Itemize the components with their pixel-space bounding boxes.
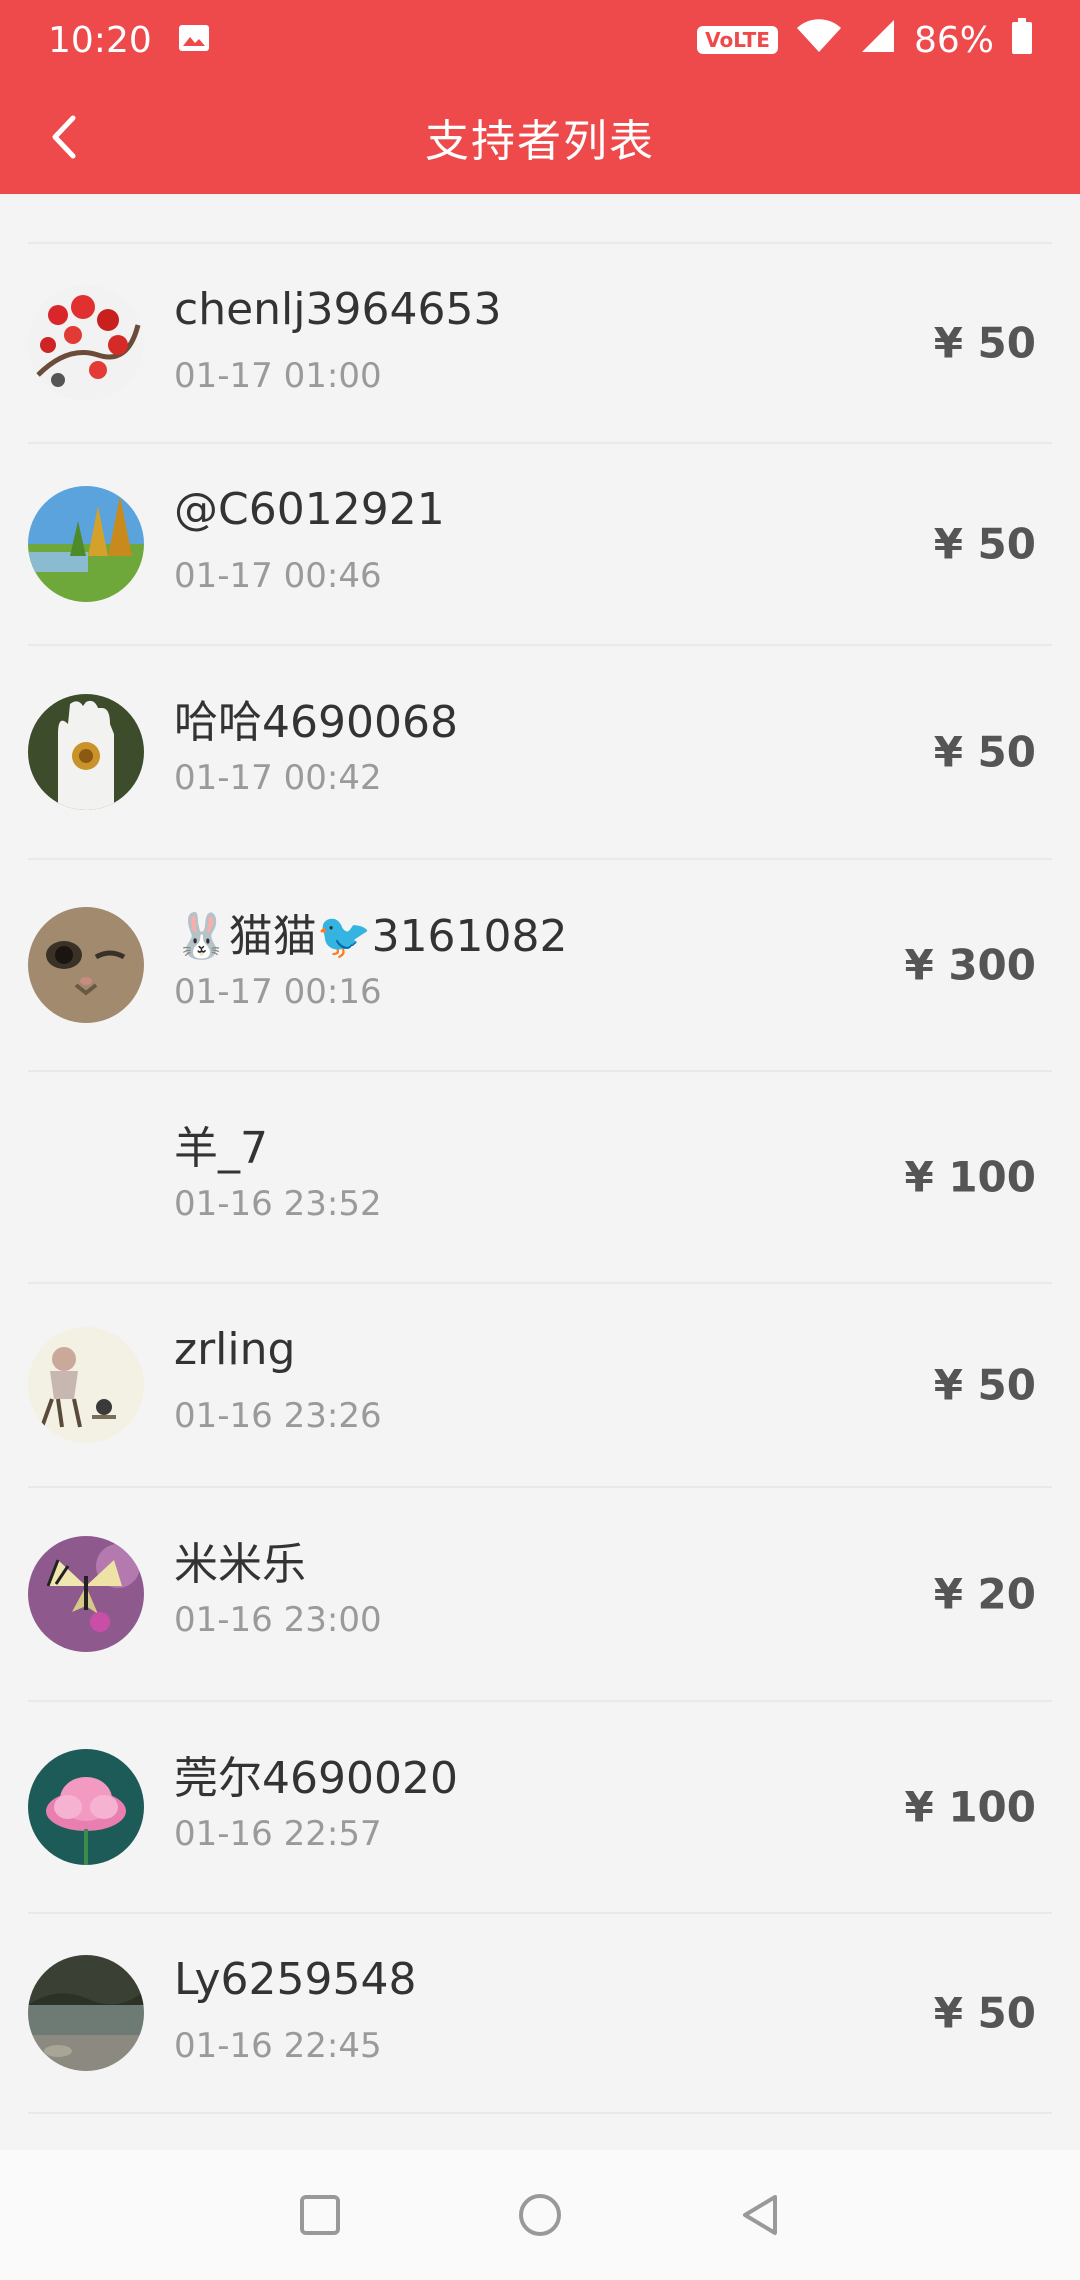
supporter-row[interactable]: 羊_7 01-16 23:52 ¥ 100 (28, 1072, 1052, 1284)
supporter-name: @C6012921 (174, 484, 445, 535)
avatar[interactable] (28, 1327, 144, 1443)
home-button[interactable] (510, 2185, 570, 2245)
support-amount: ¥ 50 (933, 727, 1036, 777)
support-amount: ¥ 50 (933, 318, 1036, 368)
app-screen: 10:20 VoLTE 86% 支持者列表 chenlj3964653 01-1… (0, 0, 1080, 2280)
status-bar: 10:20 VoLTE 86% (0, 0, 1080, 80)
support-time: 01-17 00:16 (174, 972, 382, 1012)
support-time: 01-16 22:57 (174, 1814, 382, 1854)
supporter-name: Ly6259548 (174, 1954, 417, 2005)
supporter-row[interactable]: Ly6259548 01-16 22:45 ¥ 50 (28, 1914, 1052, 2114)
support-time: 01-17 00:46 (174, 556, 382, 596)
supporter-row[interactable]: zrling 01-16 23:26 ¥ 50 (28, 1284, 1052, 1488)
support-time: 01-17 00:42 (174, 758, 382, 798)
avatar[interactable] (28, 1536, 144, 1652)
supporter-name: zrling (174, 1324, 296, 1375)
avatar-empty (28, 1119, 144, 1235)
supporter-row[interactable]: chenlj3964653 01-17 01:00 ¥ 50 (28, 244, 1052, 444)
battery-icon (1012, 17, 1032, 63)
signal-icon (860, 19, 896, 62)
supporter-row[interactable]: 莞尔4690020 01-16 22:57 ¥ 100 (28, 1702, 1052, 1914)
back-triangle-icon (743, 2195, 777, 2235)
supporter-row[interactable]: 哈哈4690068 01-17 00:42 ¥ 50 (28, 646, 1052, 860)
image-icon (178, 20, 210, 61)
support-amount: ¥ 20 (933, 1569, 1036, 1619)
avatar[interactable] (28, 486, 144, 602)
support-amount: ¥ 50 (933, 1988, 1036, 2038)
supporter-row[interactable]: 🐰猫猫🐦3161082 01-17 00:16 ¥ 300 (28, 860, 1052, 1072)
support-time: 01-16 22:45 (174, 2026, 382, 2066)
supporter-row[interactable]: 米米乐 01-16 23:00 ¥ 20 (28, 1488, 1052, 1702)
support-amount: ¥ 50 (933, 519, 1036, 569)
volte-badge: VoLTE (697, 26, 778, 54)
supporter-name: 哈哈4690068 (174, 697, 458, 748)
home-circle-icon (519, 2194, 561, 2236)
supporter-name: 莞尔4690020 (174, 1753, 458, 1804)
support-amount: ¥ 50 (933, 1360, 1036, 1410)
supporter-list[interactable]: chenlj3964653 01-17 01:00 ¥ 50 @C6012921… (0, 194, 1080, 2114)
supporter-name: 米米乐 (174, 1539, 306, 1590)
support-amount: ¥ 100 (904, 1152, 1036, 1202)
support-amount: ¥ 300 (904, 940, 1036, 990)
supporter-name: 🐰猫猫🐦3161082 (174, 911, 568, 962)
battery-percent: 86% (913, 19, 994, 61)
status-time: 10:20 (48, 19, 152, 61)
supporter-row[interactable]: @C6012921 01-17 00:46 ¥ 50 (28, 444, 1052, 646)
back-nav-button[interactable] (730, 2185, 790, 2245)
avatar[interactable] (28, 694, 144, 810)
support-time: 01-16 23:00 (174, 1600, 382, 1640)
support-amount: ¥ 100 (904, 1782, 1036, 1832)
system-nav-bar (0, 2150, 1080, 2280)
avatar[interactable] (28, 1749, 144, 1865)
avatar[interactable] (28, 907, 144, 1023)
wifi-icon (796, 18, 842, 62)
recents-button[interactable] (290, 2185, 350, 2245)
supporter-name: 羊_7 (174, 1123, 268, 1174)
page-header: 支持者列表 (0, 80, 1080, 194)
support-time: 01-16 23:52 (174, 1184, 382, 1224)
supporter-name: chenlj3964653 (174, 284, 502, 335)
avatar[interactable] (28, 1955, 144, 2071)
avatar[interactable] (28, 285, 144, 401)
support-time: 01-17 01:00 (174, 356, 382, 396)
page-title: 支持者列表 (425, 116, 655, 167)
support-time: 01-16 23:26 (174, 1396, 382, 1436)
recents-square-icon (300, 2195, 340, 2235)
list-divider (28, 194, 1052, 244)
